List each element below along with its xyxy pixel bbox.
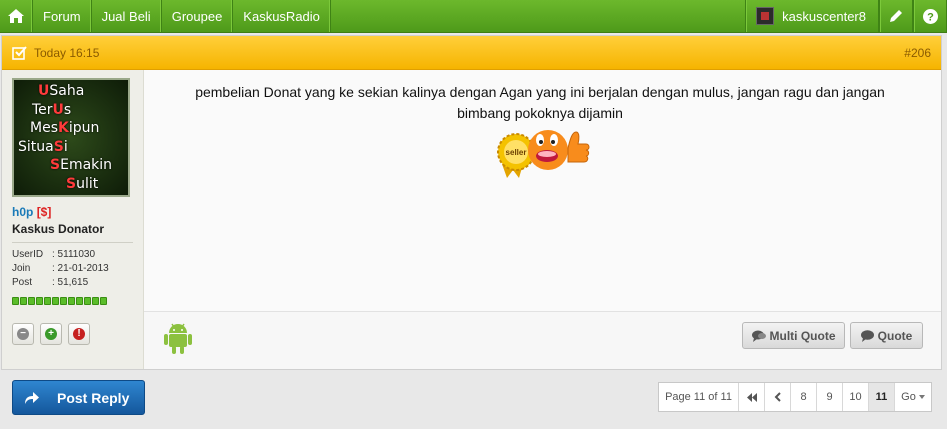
reputation-segment <box>92 297 99 305</box>
add-reputation-button[interactable]: + <box>40 323 62 345</box>
stat-value: : 51,615 <box>52 277 89 288</box>
reputation-bar <box>12 297 133 305</box>
avatar-line: MesKipun <box>30 120 100 136</box>
seller-badge-text: seller <box>506 148 527 157</box>
help-icon: ? <box>922 8 938 24</box>
current-page[interactable]: 11 <box>869 383 895 411</box>
multi-quote-button[interactable]: Multi Quote <box>742 322 845 349</box>
stat-userid: UserID : 5111030 <box>12 249 133 260</box>
svg-text:?: ? <box>927 11 934 23</box>
ignore-button[interactable]: − <box>12 323 34 345</box>
multi-quote-label: Multi Quote <box>769 328 836 343</box>
stat-label: Join <box>12 263 31 274</box>
page-link[interactable]: 8 <box>791 383 817 411</box>
top-nav: Forum Jual Beli Groupee KaskusRadio kask… <box>0 0 947 33</box>
nav-groupee[interactable]: Groupee <box>162 0 234 32</box>
quote-label: Quote <box>877 328 913 343</box>
android-icon <box>164 323 192 354</box>
nav-kaskusradio[interactable]: KaskusRadio <box>233 0 331 32</box>
home-icon <box>8 9 24 23</box>
nav-forum[interactable]: Forum <box>33 0 92 32</box>
donator-badge: [$] <box>36 205 52 219</box>
speech-bubbles-icon <box>751 330 766 342</box>
author-rank: Kaskus Donator <box>12 222 133 243</box>
double-chevron-left-icon <box>746 392 757 402</box>
reputation-segment <box>20 297 27 305</box>
stat-value: : 21-01-2013 <box>52 263 109 274</box>
author-name[interactable]: h0p [$] <box>12 205 133 219</box>
page-info: Page 11 of 11 <box>659 383 739 411</box>
post-reply-button[interactable]: Post Reply <box>12 380 145 415</box>
reputation-segment <box>100 297 107 305</box>
seller-emoticon: seller <box>497 130 590 178</box>
post: Today 16:15 #206 USaha TerUs MesKipun Si… <box>1 35 942 370</box>
go-label: Go <box>901 391 916 403</box>
nav-jual-beli[interactable]: Jual Beli <box>92 0 162 32</box>
avatar-line: SituaSi <box>18 138 68 155</box>
reputation-segment <box>68 297 75 305</box>
username: kaskuscenter8 <box>782 8 866 24</box>
reputation-segment <box>84 297 91 305</box>
post-reply-label: Post Reply <box>57 389 130 406</box>
reputation-segment <box>52 297 59 305</box>
home-button[interactable] <box>0 0 33 32</box>
report-icon: ! <box>73 328 85 340</box>
prev-page-button[interactable] <box>765 383 791 411</box>
write-button[interactable] <box>879 0 913 32</box>
thread-footer: Post Reply Page 11 of 11 8 9 10 11 Go <box>0 371 947 429</box>
page-link[interactable]: 9 <box>817 383 843 411</box>
chevron-left-icon <box>774 392 781 402</box>
avatar-line: USaha <box>38 83 85 99</box>
reputation-segment <box>36 297 43 305</box>
author-name-text: h0p <box>12 205 34 219</box>
post-text-line: pembelian Donat yang ke sekian kalinya d… <box>195 84 885 100</box>
pencil-icon <box>890 10 902 22</box>
reply-arrow-icon <box>25 392 39 404</box>
post-body: pembelian Donat yang ke sekian kalinya d… <box>150 82 930 124</box>
avatar-line: SEmakin <box>50 157 113 173</box>
reputation-segment <box>12 297 19 305</box>
reputation-segment <box>44 297 51 305</box>
reputation-segment <box>76 297 83 305</box>
stat-join: Join : 21-01-2013 <box>12 263 133 274</box>
post-time: Today 16:15 <box>34 45 100 60</box>
checkbox-icon[interactable] <box>12 45 28 61</box>
post-number[interactable]: #206 <box>904 46 931 60</box>
quote-button[interactable]: Quote <box>850 322 923 349</box>
post-footer: Multi Quote Quote <box>144 311 941 369</box>
author-avatar[interactable]: USaha TerUs MesKipun SituaSi SEmakin Sul… <box>12 78 130 197</box>
page-link[interactable]: 10 <box>843 383 869 411</box>
reputation-segment <box>28 297 35 305</box>
avatar-line: Sulit <box>66 175 99 192</box>
first-page-button[interactable] <box>739 383 765 411</box>
pagination: Page 11 of 11 8 9 10 11 Go <box>658 382 932 412</box>
post-text-line: bimbang pokoknya dijamin <box>457 105 623 121</box>
help-button[interactable]: ? <box>913 0 947 32</box>
report-button[interactable]: ! <box>68 323 90 345</box>
author-actions: − + ! <box>12 323 133 345</box>
caret-down-icon <box>918 395 925 399</box>
minus-icon: − <box>17 328 29 340</box>
plus-icon: + <box>45 328 57 340</box>
go-to-page-dropdown[interactable]: Go <box>895 383 931 411</box>
reputation-segment <box>60 297 67 305</box>
stat-value: : 5111030 <box>52 249 96 260</box>
post-header: Today 16:15 #206 <box>2 36 941 70</box>
user-menu[interactable]: kaskuscenter8 <box>745 0 879 32</box>
stat-label: Post <box>12 277 33 288</box>
speech-bubble-icon <box>860 329 874 342</box>
author-sidebar: USaha TerUs MesKipun SituaSi SEmakin Sul… <box>2 70 144 369</box>
stat-post: Post : 51,615 <box>12 277 133 288</box>
stat-label: UserID <box>12 249 44 260</box>
user-avatar <box>756 7 775 25</box>
avatar-line: TerUs <box>32 101 72 118</box>
